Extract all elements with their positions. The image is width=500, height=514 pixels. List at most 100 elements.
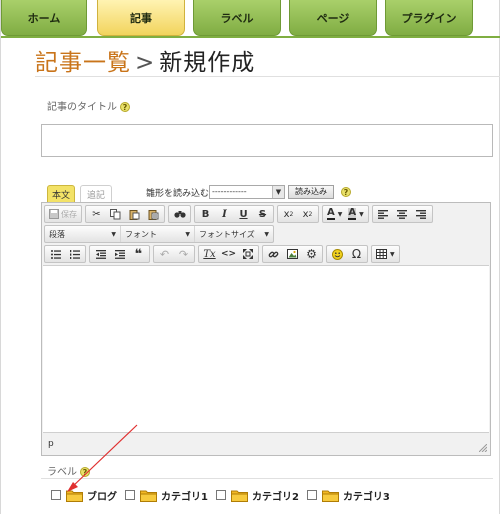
folder-icon bbox=[230, 490, 248, 502]
tab-extra[interactable]: 追記 bbox=[80, 185, 112, 203]
help-icon[interactable]: ? bbox=[341, 187, 351, 197]
bulleted-list-icon bbox=[50, 249, 61, 259]
italic-button[interactable]: I bbox=[215, 206, 234, 222]
toolbar-group-align bbox=[371, 205, 433, 223]
element-path[interactable]: p bbox=[48, 439, 54, 449]
remove-format-button[interactable]: Tx bbox=[200, 246, 219, 262]
toolbar-row-2: 段落 ▼ フォント ▼ フォントサイズ ▼ bbox=[44, 225, 277, 243]
strikethrough-button[interactable]: S bbox=[253, 206, 272, 222]
gear-icon: ⚙ bbox=[306, 247, 317, 261]
font-size-select[interactable]: フォントサイズ ▼ bbox=[195, 226, 273, 242]
folder-icon bbox=[140, 490, 157, 502]
breadcrumb-article-list[interactable]: 記事一覧 bbox=[35, 50, 131, 76]
redo-button[interactable]: ↷ bbox=[174, 246, 193, 262]
align-center-icon bbox=[397, 209, 408, 219]
tab-body[interactable]: 本文 bbox=[47, 185, 75, 203]
nav-tab-articles[interactable]: 記事 bbox=[97, 0, 185, 36]
editor-content-area[interactable] bbox=[43, 265, 489, 433]
template-select[interactable]: ------------ ▼ bbox=[209, 185, 285, 199]
align-right-button[interactable] bbox=[412, 206, 431, 222]
toolbar-group-document: 保存 bbox=[44, 205, 82, 223]
breadcrumb-current: 新規作成 bbox=[159, 50, 256, 76]
nav-tab-label: プラグイン bbox=[401, 11, 457, 25]
blockquote-button[interactable]: ❝ bbox=[129, 246, 148, 262]
resize-handle-icon[interactable] bbox=[479, 444, 487, 452]
template-label: 雛形を読み込む bbox=[146, 189, 210, 199]
category-name: カテゴリ3 bbox=[342, 491, 390, 503]
font-select[interactable]: フォント ▼ bbox=[121, 226, 195, 242]
help-icon[interactable]: ? bbox=[80, 467, 90, 477]
outdent-button[interactable] bbox=[91, 246, 110, 262]
bold-button[interactable]: B bbox=[196, 206, 215, 222]
image-icon bbox=[287, 249, 298, 259]
category-checkbox[interactable] bbox=[51, 490, 61, 500]
toolbar-group-basic-styles: B I U S bbox=[194, 205, 274, 223]
chevron-down-icon: ▼ bbox=[359, 210, 364, 218]
superscript-mark: 2 bbox=[308, 210, 313, 218]
category-list: ブログ カテゴリ1 カテゴリ2 カテゴリ3 bbox=[51, 487, 398, 503]
source-button[interactable]: <> bbox=[219, 246, 238, 262]
toolbar-group-insert: ⚙ bbox=[262, 245, 323, 263]
save-button[interactable]: 保存 bbox=[46, 206, 80, 222]
toolbar-group-clipboard: ✂ bbox=[85, 205, 165, 223]
labels-label-text: ラベル bbox=[47, 467, 77, 478]
outdent-icon bbox=[95, 249, 106, 259]
toolbar-group-colors: A ▼ A ▼ bbox=[322, 205, 369, 223]
save-label: 保存 bbox=[61, 209, 77, 219]
category-name: ブログ bbox=[87, 491, 117, 503]
nav-tab-plugins[interactable]: プラグイン bbox=[385, 0, 473, 36]
text-color-icon: A bbox=[327, 207, 335, 220]
toolbar-group-indent: ❝ bbox=[89, 245, 150, 263]
toolbar-group-lists bbox=[44, 245, 86, 263]
underline-button[interactable]: U bbox=[234, 206, 253, 222]
subscript-mark: 2 bbox=[289, 210, 294, 218]
text-color-button[interactable]: A ▼ bbox=[324, 206, 345, 222]
link-button[interactable] bbox=[264, 246, 283, 262]
copy-button[interactable] bbox=[106, 206, 125, 222]
plugin-gear-button[interactable]: ⚙ bbox=[302, 246, 321, 262]
maximize-button[interactable] bbox=[238, 246, 257, 262]
title-input[interactable] bbox=[41, 124, 493, 157]
paste-button[interactable] bbox=[125, 206, 144, 222]
category-checkbox[interactable] bbox=[125, 490, 135, 500]
indent-button[interactable] bbox=[110, 246, 129, 262]
superscript-button[interactable]: x2 bbox=[298, 206, 317, 222]
format-select[interactable]: 段落 ▼ bbox=[45, 226, 121, 242]
align-right-icon bbox=[416, 209, 427, 219]
cut-button[interactable]: ✂ bbox=[87, 206, 106, 222]
category-checkbox[interactable] bbox=[306, 490, 317, 500]
bulleted-list-button[interactable] bbox=[46, 246, 65, 262]
help-icon[interactable]: ? bbox=[120, 102, 130, 112]
table-icon bbox=[376, 249, 387, 259]
special-char-button[interactable]: Ω bbox=[347, 246, 366, 262]
folder-icon bbox=[66, 490, 83, 502]
align-center-button[interactable] bbox=[393, 206, 412, 222]
paste-text-button[interactable] bbox=[144, 206, 163, 222]
binoculars-icon bbox=[173, 211, 186, 218]
smiley-button[interactable] bbox=[328, 246, 347, 262]
category-checkbox[interactable] bbox=[215, 490, 226, 500]
chevron-down-icon: ▼ bbox=[185, 230, 190, 238]
undo-button[interactable]: ↶ bbox=[155, 246, 174, 262]
table-button[interactable]: ▼ bbox=[373, 246, 398, 262]
align-left-button[interactable] bbox=[374, 206, 393, 222]
top-nav: ホーム 記事 ラベル ページ プラグイン bbox=[1, 0, 500, 36]
toolbar-group-table: ▼ bbox=[371, 245, 400, 263]
toolbar-group-special: Ω bbox=[326, 245, 368, 263]
chevron-down-icon: ▼ bbox=[337, 210, 343, 218]
subscript-button[interactable]: x2 bbox=[279, 206, 298, 222]
nav-tab-label: 記事 bbox=[130, 11, 152, 25]
numbered-list-icon bbox=[69, 249, 80, 259]
numbered-list-button[interactable] bbox=[65, 246, 84, 262]
nav-tab-labels[interactable]: ラベル bbox=[193, 0, 281, 36]
load-template-button[interactable]: 読み込み bbox=[288, 185, 334, 199]
nav-tab-home[interactable]: ホーム bbox=[1, 0, 87, 36]
redo-icon: ↷ bbox=[178, 247, 189, 261]
find-button[interactable] bbox=[170, 206, 189, 222]
title-label-text: 記事のタイトル bbox=[47, 102, 117, 113]
bg-color-button[interactable]: A ▼ bbox=[345, 206, 366, 222]
toolbar-group-script: x2 x2 bbox=[277, 205, 319, 223]
nav-tab-pages[interactable]: ページ bbox=[289, 0, 377, 36]
labels-field-label: ラベル? bbox=[47, 463, 90, 478]
image-button[interactable] bbox=[283, 246, 302, 262]
